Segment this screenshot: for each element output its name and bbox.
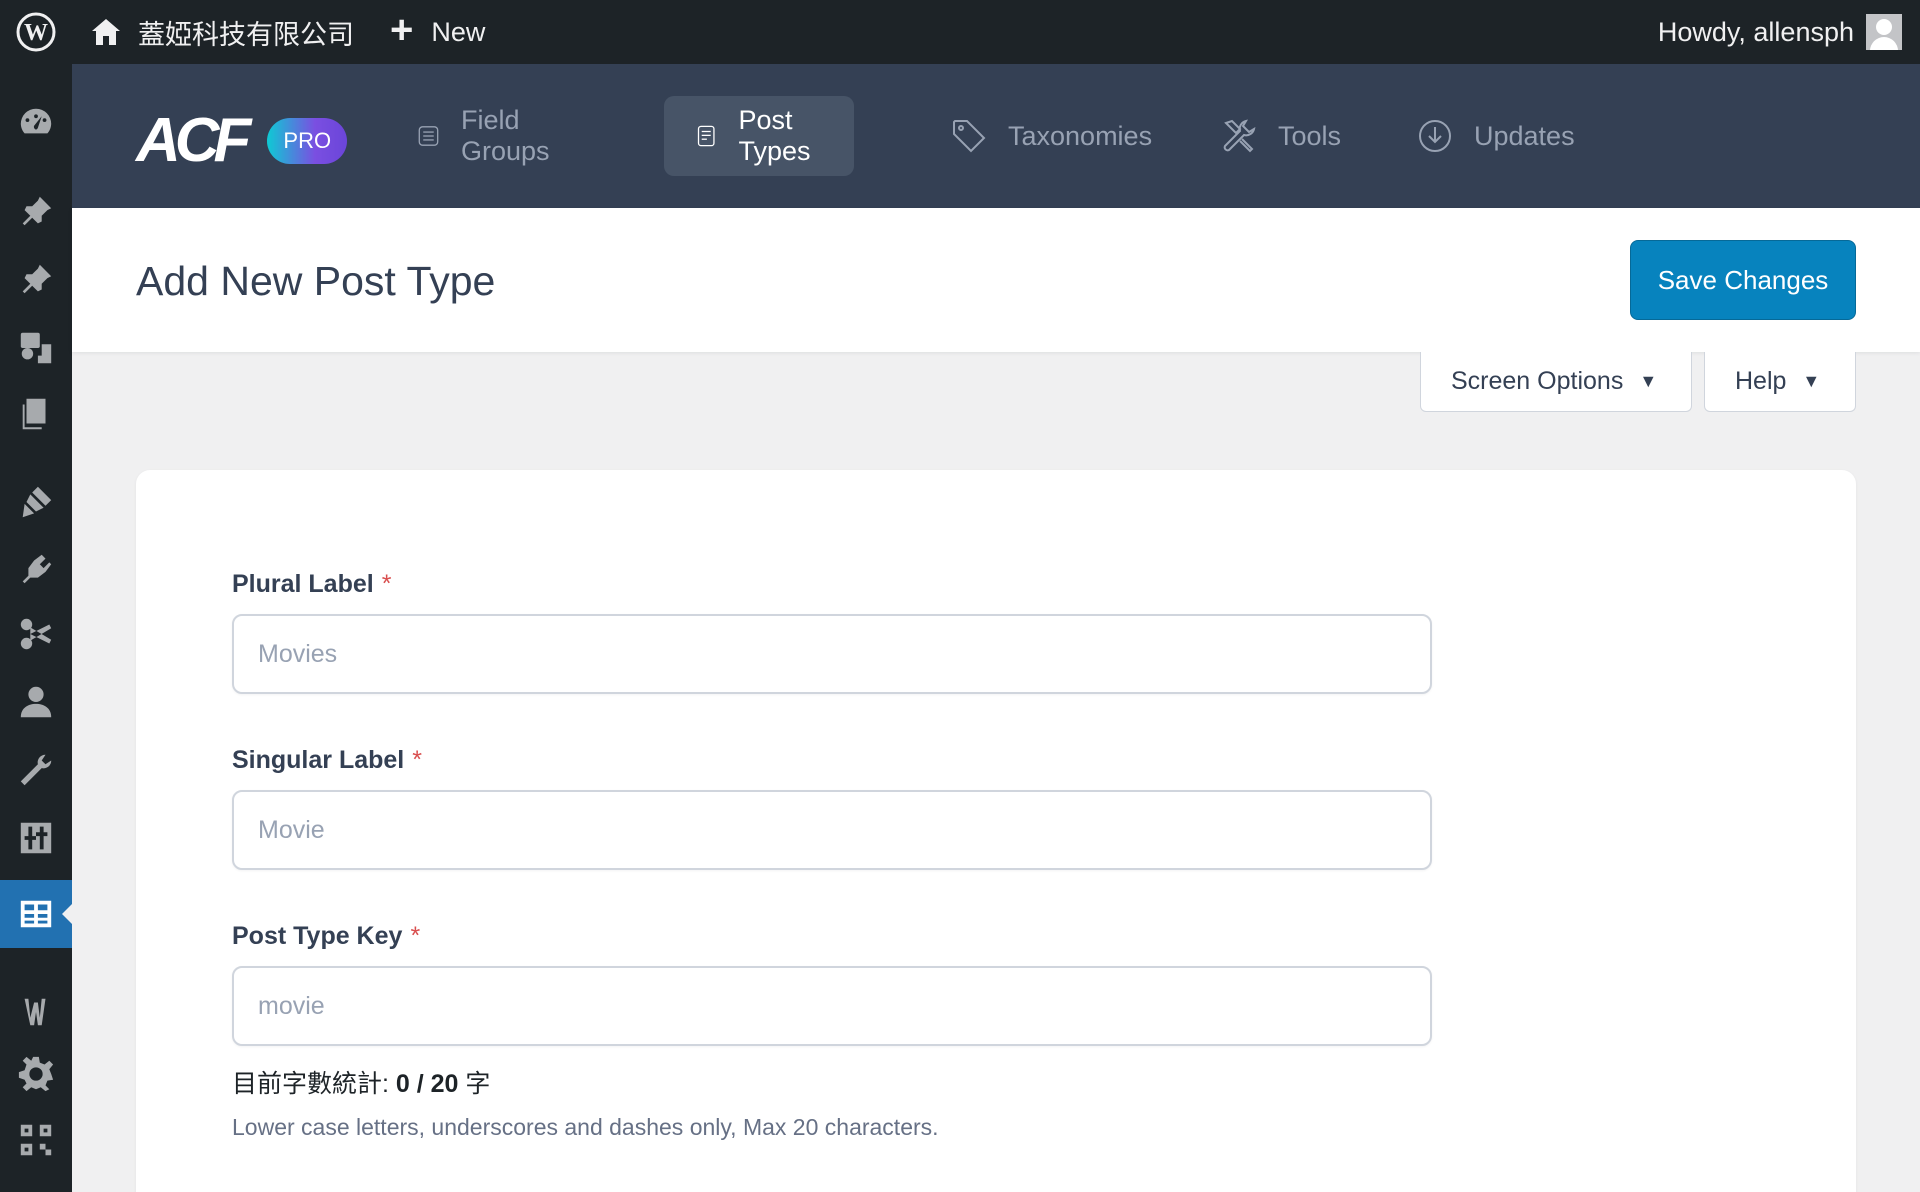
char-count-value: 0 / 20	[395, 1070, 459, 1098]
document-icon	[697, 125, 715, 147]
plural-label-input[interactable]	[232, 614, 1432, 694]
post-type-key-input[interactable]	[232, 966, 1432, 1046]
tab-label: Tools	[1278, 120, 1342, 151]
tools-icon	[1223, 119, 1256, 153]
tools-icon[interactable]	[0, 742, 72, 798]
caret-down-icon: ▼	[1802, 371, 1821, 391]
char-count-prefix: 目前字數統計:	[232, 1070, 396, 1098]
plus-icon: +	[390, 8, 414, 52]
home-icon	[92, 19, 120, 45]
tab-label: Updates	[1474, 120, 1575, 151]
tab-label: Field Groups	[460, 105, 550, 166]
howdy-label: Howdy, allensph	[1657, 16, 1854, 47]
site-name-label: 蓋婭科技有限公司	[138, 19, 354, 50]
gear-icon[interactable]	[0, 1046, 72, 1102]
tab-field-groups[interactable]: Field Groups	[386, 96, 593, 176]
plugin-w-icon[interactable]	[0, 984, 72, 1040]
admin-menu	[0, 64, 72, 1192]
tab-post-types[interactable]: Post Types	[664, 96, 855, 176]
tab-taxonomies[interactable]: Taxonomies	[920, 96, 1182, 176]
new-label: New	[431, 16, 486, 47]
acf-header: ACF PRO Field Groups Post Types Taxonomi…	[72, 64, 1920, 208]
admin-bar: W 蓋婭科技有限公司 + New Howdy, allensph	[0, 0, 1920, 64]
plural-label-heading: Plural Label *	[232, 570, 391, 599]
singular-label-heading: Singular Label *	[232, 746, 422, 775]
list-icon	[418, 126, 439, 146]
tab-label: Taxonomies	[1008, 120, 1153, 151]
download-icon	[1419, 120, 1451, 152]
pin-icon[interactable]	[0, 252, 72, 308]
help-label: Help	[1735, 367, 1787, 395]
screen-options-button[interactable]: Screen Options ▼	[1420, 352, 1692, 412]
qr-code-icon[interactable]	[0, 1112, 72, 1168]
post-type-key-heading: Post Type Key *	[232, 922, 420, 951]
media-icon[interactable]	[0, 320, 72, 376]
field-label-text: Plural Label	[232, 570, 374, 598]
pin-icon[interactable]	[0, 184, 72, 240]
acf-logo[interactable]: ACF PRO	[136, 106, 348, 175]
dashboard-icon[interactable]	[0, 94, 72, 150]
appearance-icon[interactable]	[0, 474, 72, 530]
title-bar: Add New Post Type Save Changes	[72, 208, 1920, 352]
tag-icon	[953, 120, 986, 153]
singular-label-input[interactable]	[232, 790, 1432, 870]
page-title: Add New Post Type	[136, 258, 496, 304]
required-marker: *	[412, 746, 422, 774]
help-button[interactable]: Help ▼	[1704, 352, 1856, 412]
screen-options-label: Screen Options	[1451, 367, 1624, 395]
required-marker: *	[410, 922, 421, 950]
pro-badge: PRO	[267, 118, 348, 164]
pages-icon[interactable]	[0, 386, 72, 442]
svg-text:W: W	[24, 20, 48, 46]
tab-tools[interactable]: Tools	[1190, 96, 1371, 176]
scissors-icon[interactable]	[0, 606, 72, 662]
plugins-icon[interactable]	[0, 542, 72, 598]
avatar	[1866, 14, 1902, 50]
acf-fields-icon[interactable]	[0, 880, 72, 948]
char-count-suffix: 字	[458, 1070, 491, 1098]
wordpress-logo-icon[interactable]: W	[0, 0, 72, 64]
my-account-link[interactable]: Howdy, allensph	[1658, 0, 1902, 64]
users-icon[interactable]	[0, 674, 72, 730]
caret-down-icon: ▼	[1639, 371, 1658, 391]
field-label-text: Post Type Key	[232, 922, 403, 950]
site-name-link[interactable]: 蓋婭科技有限公司	[72, 0, 372, 64]
required-marker: *	[381, 570, 392, 598]
save-changes-button[interactable]: Save Changes	[1630, 240, 1856, 320]
field-label-text: Singular Label	[232, 746, 405, 774]
new-content-link[interactable]: + New	[372, 0, 503, 64]
acf-logo-text: ACF	[136, 106, 251, 175]
character-count: 目前字數統計: 0 / 20 字	[232, 1064, 490, 1100]
post-type-form-card: Plural Label* Singular Label* Post Type …	[136, 470, 1856, 1192]
settings-sliders-icon[interactable]	[0, 810, 72, 866]
tab-label: Post Types	[738, 105, 811, 166]
post-type-key-hint: Lower case letters, underscores and dash…	[232, 1114, 939, 1140]
tab-updates[interactable]: Updates	[1386, 96, 1605, 176]
